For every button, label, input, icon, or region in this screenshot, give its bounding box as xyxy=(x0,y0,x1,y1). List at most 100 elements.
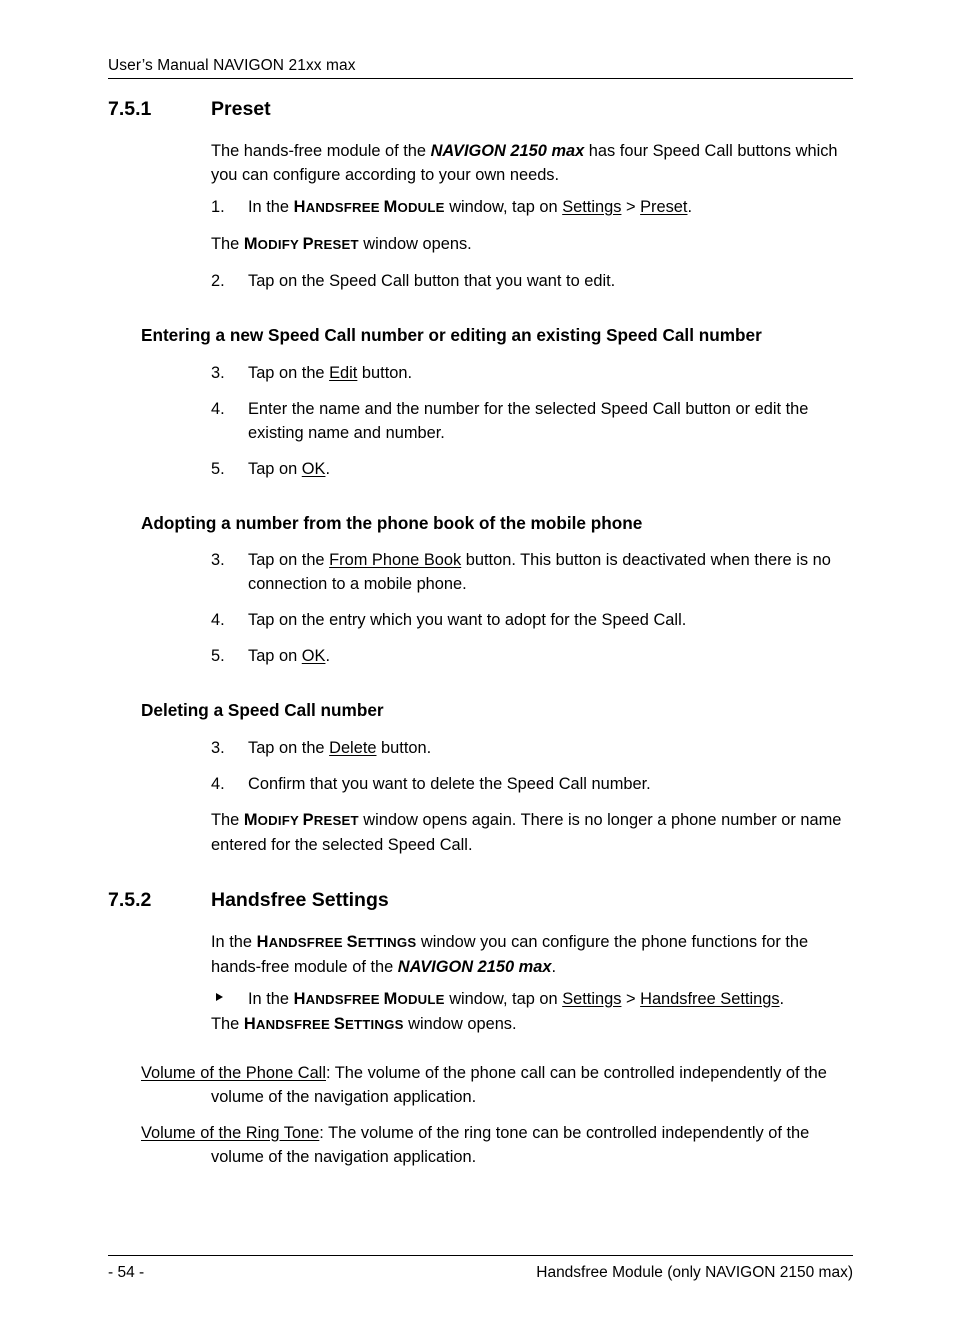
text-a: The xyxy=(211,810,244,829)
footer-row: - 54 - Handsfree Module (only NAVIGON 21… xyxy=(108,1263,853,1283)
subheading-deleting-speed-call: Deleting a Speed Call number xyxy=(141,700,384,720)
text-b: window, tap on xyxy=(444,198,563,216)
page-footer: - 54 - Handsfree Module (only NAVIGON 21… xyxy=(108,1255,853,1283)
list-item-text: In the HANDSFREE MODULE window, tap on S… xyxy=(248,195,849,220)
text-a: The xyxy=(211,235,244,253)
text-a: The xyxy=(211,1014,244,1033)
document-body: 7.5.1 Preset The hands-free module of th… xyxy=(0,96,954,1169)
term-volume-of-the-phone-call[interactable]: Volume of the Phone Call xyxy=(141,1064,326,1082)
definition-volume-phone-call: Volume of the Phone Call: The volume of … xyxy=(0,1061,954,1109)
link-preset[interactable]: Preset xyxy=(640,198,687,216)
list-item-text: Tap on the Speed Call button that you wa… xyxy=(248,272,616,290)
list-marker: 3. xyxy=(211,551,225,569)
list-item: 2. Tap on the Speed Call button that you… xyxy=(0,269,954,293)
text-b: window opens. xyxy=(358,235,472,253)
text-b: window opens. xyxy=(403,1014,517,1033)
section-heading-handsfree-settings: 7.5.2 Handsfree Settings xyxy=(0,887,954,913)
list-marker: 4. xyxy=(211,611,225,629)
list-marker: 3. xyxy=(211,363,225,382)
link-delete[interactable]: Delete xyxy=(329,739,376,757)
list-item: 5. Tap on OK. xyxy=(0,457,954,481)
section-title: Preset xyxy=(211,98,271,120)
list-item: 4. Tap on the entry which you want to ad… xyxy=(0,608,954,632)
list-item-text: Tap on OK. xyxy=(248,457,849,481)
step1-result-paragraph: The MODIFY PRESET window opens. xyxy=(0,232,954,257)
link-edit[interactable]: Edit xyxy=(329,364,357,382)
text-a: In the xyxy=(248,989,294,1008)
link-from-phone-book[interactable]: From Phone Book xyxy=(329,551,461,569)
product-name: NAVIGON 2150 max xyxy=(430,142,585,160)
text-b: button. xyxy=(357,363,413,382)
list-item-text: Confirm that you want to delete the Spee… xyxy=(248,774,651,793)
link-ok[interactable]: OK xyxy=(302,647,326,665)
subheading-entering-speed-call: Entering a new Speed Call number or edit… xyxy=(141,325,762,345)
link-ok[interactable]: OK xyxy=(302,460,326,478)
header-title: User’s Manual NAVIGON 21xx max xyxy=(108,57,356,74)
list-marker: 1. xyxy=(211,198,225,216)
text-c: > xyxy=(621,198,641,216)
list-item: 4. Confirm that you want to delete the S… xyxy=(0,772,954,796)
list-item: 3. Tap on the From Phone Book button. Th… xyxy=(0,548,954,596)
text-a: Tap on xyxy=(248,647,302,665)
list-item: 3. Tap on the Edit button. xyxy=(0,361,954,385)
page-header: User’s Manual NAVIGON 21xx max xyxy=(108,56,853,79)
window-name-modify-preset: MODIFY PRESET xyxy=(243,235,359,253)
section-number: 7.5.2 xyxy=(108,888,152,911)
text-b: window, tap on xyxy=(444,989,563,1008)
list-marker: 4. xyxy=(211,399,225,418)
list-item: 1. In the HANDSFREE MODULE window, tap o… xyxy=(0,195,954,220)
list-marker: 4. xyxy=(211,774,225,793)
step4-result-paragraph: The MODIFY PRESET window opens again. Th… xyxy=(0,808,954,857)
text-a: In the xyxy=(211,932,257,951)
text-d: . xyxy=(687,198,693,216)
footer-section-label: Handsfree Module (only NAVIGON 2150 max) xyxy=(536,1264,853,1281)
term-volume-of-the-ring-tone[interactable]: Volume of the Ring Tone xyxy=(141,1124,319,1142)
link-settings[interactable]: Settings xyxy=(562,990,621,1008)
text-b: button. xyxy=(376,738,432,757)
text-d: . xyxy=(779,989,785,1008)
list-item-text: Tap on the From Phone Book button. This … xyxy=(248,548,849,596)
link-settings[interactable]: Settings xyxy=(562,198,621,216)
list-item-text: In the HANDSFREE MODULE window, tap on S… xyxy=(248,987,849,1012)
preset-intro-paragraph: The hands-free module of the NAVIGON 215… xyxy=(0,139,954,187)
text-a: Tap on xyxy=(248,459,302,478)
section-number: 7.5.1 xyxy=(108,98,152,120)
handsfree-settings-intro: In the HANDSFREE SETTINGS window you can… xyxy=(0,930,954,979)
window-name-handsfree-settings: HANDSFREE SETTINGS xyxy=(256,932,417,951)
list-marker: 3. xyxy=(211,738,225,757)
link-handsfree-settings[interactable]: Handsfree Settings xyxy=(640,990,779,1008)
window-name-handsfree-settings: HANDSFREE SETTINGS xyxy=(243,1014,404,1033)
list-item: 3. Tap on the Delete button. xyxy=(0,736,954,760)
list-item-text: Tap on OK. xyxy=(248,644,849,668)
list-item-text: Enter the name and the number for the se… xyxy=(248,399,809,442)
footer-page-number: - 54 - xyxy=(108,1264,145,1281)
footer-divider xyxy=(108,1255,853,1256)
list-marker: 2. xyxy=(211,272,225,290)
list-item-text: Tap on the Delete button. xyxy=(248,736,849,760)
list-item: 4. Enter the name and the number for the… xyxy=(0,397,954,445)
window-name-handsfree-module: HANDSFREE MODULE xyxy=(293,989,445,1008)
list-item: 5. Tap on OK. xyxy=(0,644,954,668)
text-c: > xyxy=(621,989,641,1008)
product-name: NAVIGON 2150 max xyxy=(397,957,552,976)
definition-volume-ring-tone: Volume of the Ring Tone: The volume of t… xyxy=(0,1121,954,1169)
bullet-list-item: In the HANDSFREE MODULE window, tap on S… xyxy=(0,987,954,1012)
